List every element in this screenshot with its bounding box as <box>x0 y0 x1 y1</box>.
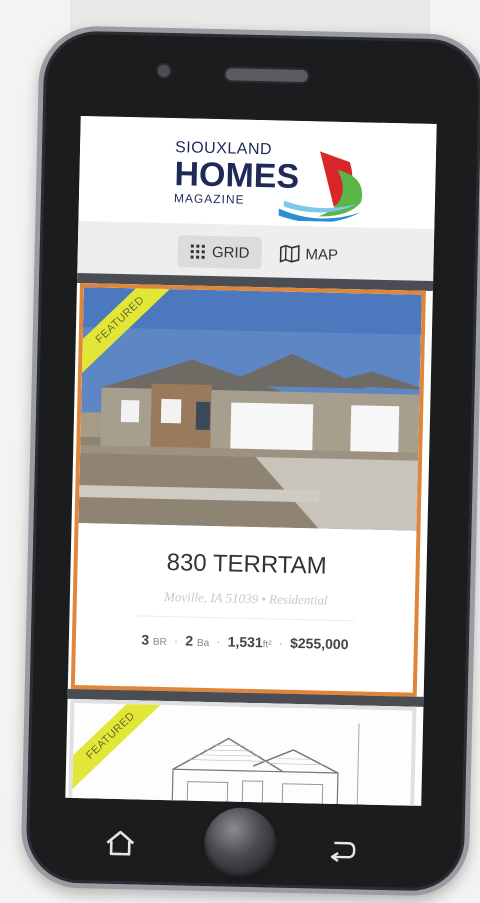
map-view-button[interactable]: MAP <box>271 237 346 271</box>
map-icon <box>279 244 300 263</box>
grid-view-label: GRID <box>211 243 250 262</box>
map-view-label: MAP <box>305 245 339 264</box>
listing-card[interactable]: FEATURED 830 TERRTAM Moville, IA 51039 •… <box>70 283 426 697</box>
beds-unit: BR <box>152 636 167 649</box>
spec-separator: · <box>278 634 284 651</box>
listing-specs: 3 BR · 2 Ba · 1,531ft² · $255,000 <box>76 630 414 654</box>
view-toggle-bar: GRID MAP <box>77 220 435 282</box>
grid-icon <box>190 244 206 259</box>
sqft-value: 1,531 <box>227 633 263 651</box>
home-hardware-button[interactable] <box>203 806 278 881</box>
site-header: SIOUXLAND HOMES MAGAZINE <box>78 115 437 230</box>
listing-price: $255,000 <box>289 634 349 653</box>
home-icon[interactable] <box>104 829 137 858</box>
grid-view-button[interactable]: GRID <box>177 235 263 270</box>
phone-device: SIOUXLAND HOMES MAGAZINE GRID MAP FEATUR… <box>20 25 480 897</box>
listing-title[interactable]: 830 TERRTAM <box>77 547 416 583</box>
listing-location: Moville, IA 51039 • Residential <box>163 588 328 608</box>
baths-count: 2 <box>185 632 194 649</box>
back-icon[interactable] <box>326 837 357 864</box>
phone-screen: SIOUXLAND HOMES MAGAZINE GRID MAP FEATUR… <box>65 115 437 806</box>
front-camera <box>155 62 173 80</box>
listing-card[interactable]: FEATURED <box>68 698 417 806</box>
logo-mark-icon <box>278 151 362 223</box>
earpiece-speaker <box>223 66 310 85</box>
sqft-unit: ft² <box>262 639 272 651</box>
baths-unit: Ba <box>196 637 210 650</box>
spec-separator: · <box>173 632 179 649</box>
listing-drawing[interactable] <box>132 718 374 806</box>
listing-divider <box>136 615 355 622</box>
spec-separator: · <box>215 633 222 650</box>
beds-count: 3 <box>141 631 150 648</box>
